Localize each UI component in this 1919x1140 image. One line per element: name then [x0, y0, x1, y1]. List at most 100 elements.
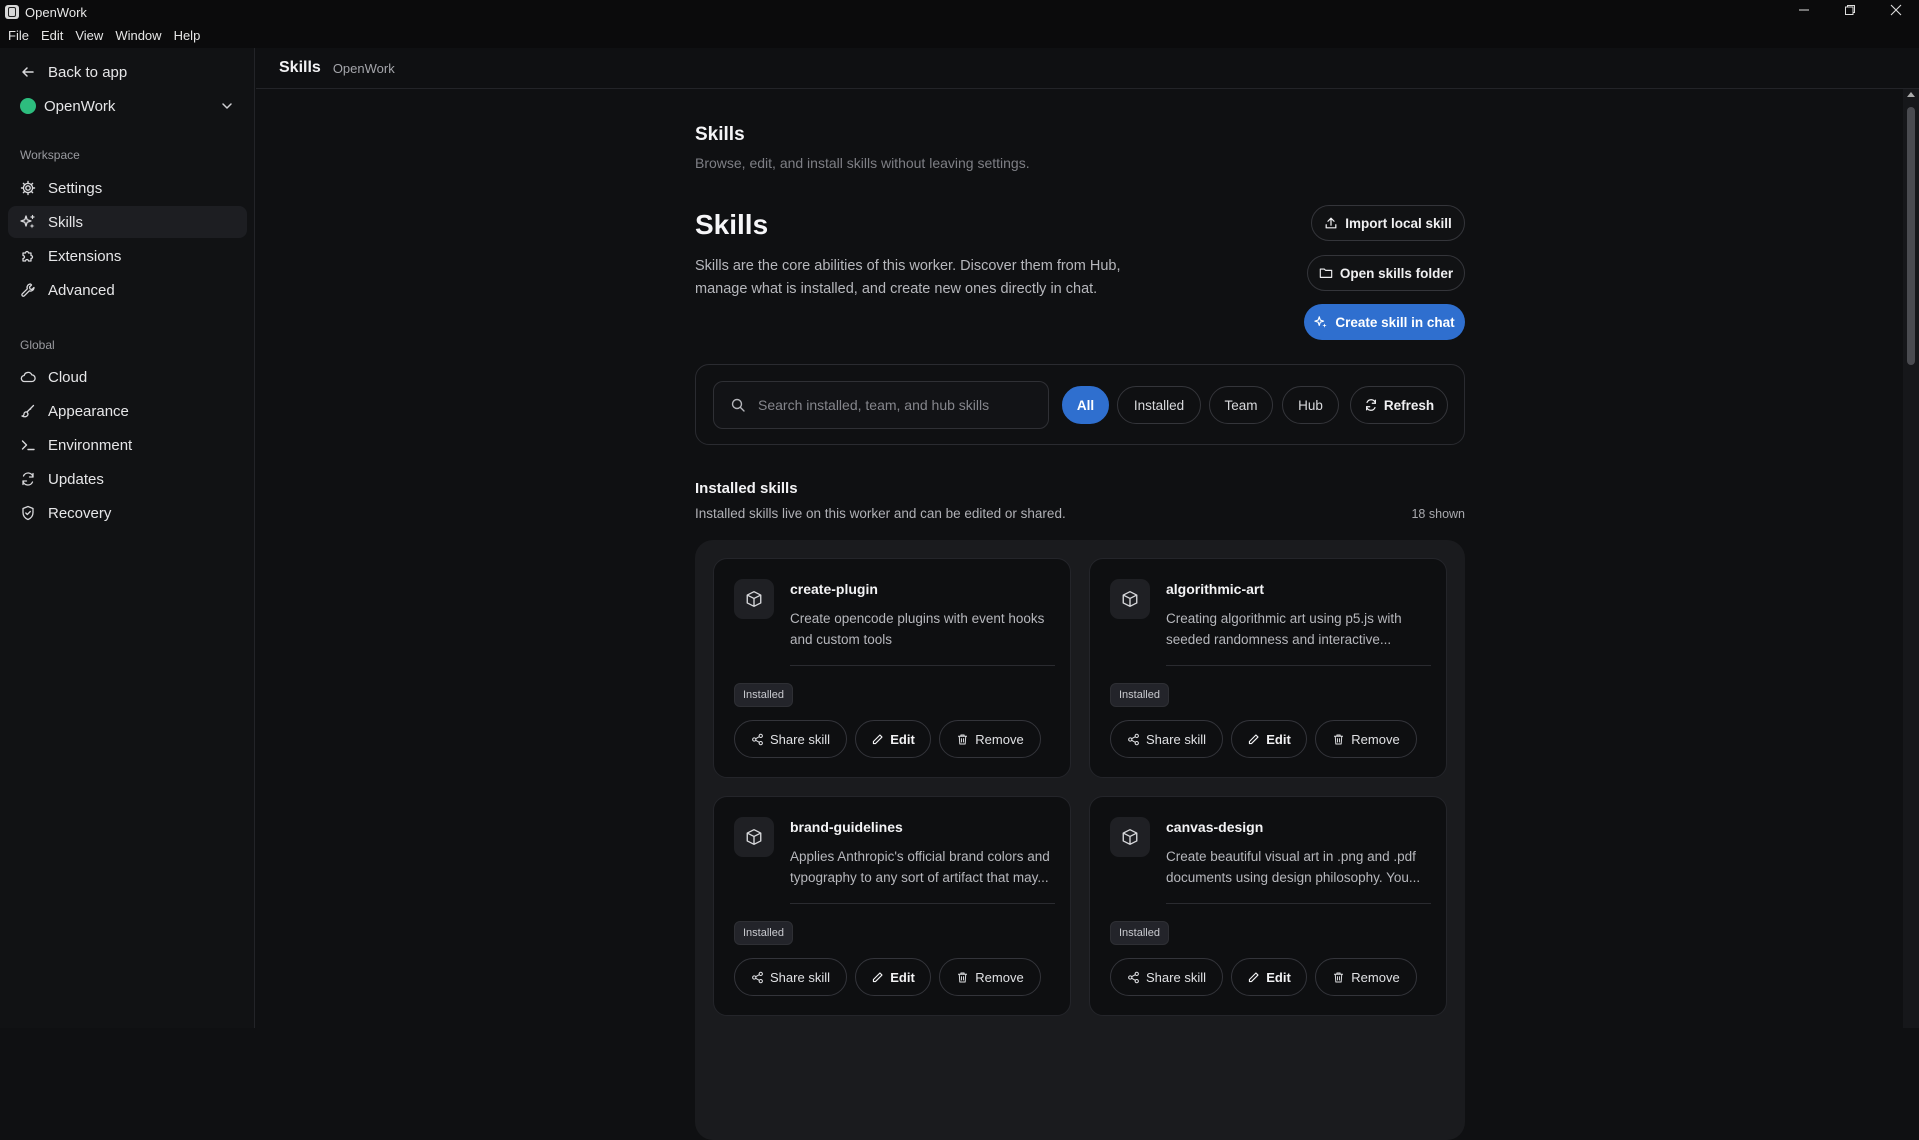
filter-chip-all[interactable]: All — [1062, 386, 1109, 424]
filter-chip-label: Hub — [1298, 397, 1323, 413]
minimize-button[interactable] — [1781, 0, 1827, 20]
chevron-down-icon — [222, 103, 232, 109]
skill-name: create-plugin — [790, 581, 878, 597]
create-skill-in-chat-label: Create skill in chat — [1335, 314, 1455, 330]
remove-skill-button[interactable]: Remove — [939, 958, 1041, 996]
sidebar-item-advanced[interactable]: Advanced — [8, 274, 247, 306]
menu-view[interactable]: View — [69, 24, 109, 48]
open-skills-folder-label: Open skills folder — [1339, 265, 1454, 281]
remove-skill-label: Remove — [1351, 969, 1400, 985]
import-local-skill-button[interactable]: Import local skill — [1311, 205, 1465, 241]
installed-skills-title: Installed skills — [695, 480, 798, 497]
share-skill-button[interactable]: Share skill — [734, 720, 847, 758]
card-divider — [1166, 665, 1431, 666]
restore-button[interactable] — [1827, 0, 1873, 20]
refresh-button[interactable]: Refresh — [1350, 386, 1448, 424]
remove-skill-button[interactable]: Remove — [1315, 720, 1417, 758]
create-skill-in-chat-button[interactable]: Create skill in chat — [1304, 304, 1465, 340]
close-icon — [1890, 4, 1902, 16]
edit-skill-label: Edit — [890, 969, 915, 985]
installed-skills-subtitle: Installed skills live on this worker and… — [695, 506, 1066, 521]
menu-window[interactable]: Window — [109, 24, 167, 48]
back-to-app-label: Back to app — [48, 63, 128, 81]
skills-heading: Skills — [695, 209, 769, 240]
filter-chip-label: Team — [1224, 397, 1258, 413]
sidebar-item-recovery[interactable]: Recovery — [8, 497, 247, 529]
skill-description: Creating algorithmic art using p5.js wit… — [1166, 611, 1402, 647]
share-icon — [1128, 733, 1139, 745]
menu-bar: File Edit View Window Help — [0, 24, 1919, 48]
pencil-icon — [1249, 733, 1259, 744]
sidebar-item-label: Advanced — [48, 281, 115, 299]
sidebar-item-label: Skills — [48, 213, 84, 231]
edit-skill-label: Edit — [1266, 731, 1291, 747]
open-skills-folder-button[interactable]: Open skills folder — [1307, 255, 1465, 291]
back-to-app-button[interactable]: Back to app — [8, 56, 247, 88]
scrollbar-thumb[interactable] — [1907, 107, 1915, 365]
page-header-bar: Skills OpenWork — [256, 48, 1919, 89]
package-icon — [734, 817, 774, 857]
pencil-icon — [873, 971, 883, 982]
remove-skill-button[interactable]: Remove — [1315, 958, 1417, 996]
share-icon — [752, 971, 763, 983]
content-scrollbar[interactable] — [1903, 89, 1919, 1028]
sidebar-item-label: Updates — [48, 470, 104, 488]
close-window-button[interactable] — [1873, 0, 1919, 20]
share-skill-button[interactable]: Share skill — [734, 958, 847, 996]
skill-name: algorithmic-art — [1166, 581, 1265, 597]
skill-name: brand-guidelines — [790, 819, 903, 835]
menu-edit[interactable]: Edit — [35, 24, 69, 48]
skill-description: Create opencode plugins with event hooks… — [790, 611, 1045, 647]
remove-skill-button[interactable]: Remove — [939, 720, 1041, 758]
edit-skill-button[interactable]: Edit — [1231, 958, 1307, 996]
header-subtitle: OpenWork — [332, 60, 395, 76]
sidebar: Back to app OpenWork Workspace Settings … — [0, 48, 255, 1028]
sidebar-item-label: Extensions — [48, 247, 122, 265]
share-skill-label: Share skill — [1146, 731, 1206, 747]
sidebar-item-cloud[interactable]: Cloud — [8, 361, 247, 393]
sidebar-item-skills[interactable]: Skills — [8, 206, 247, 238]
sidebar-item-settings[interactable]: Settings — [8, 172, 247, 204]
wrench-icon — [21, 283, 35, 297]
trash-icon — [958, 972, 968, 982]
skill-card-brand-guidelines: brand-guidelines Applies Anthropic's off… — [713, 796, 1071, 1016]
gear-icon — [20, 180, 36, 196]
remove-skill-label: Remove — [975, 969, 1024, 985]
edit-skill-button[interactable]: Edit — [855, 720, 931, 758]
import-local-skill-label: Import local skill — [1345, 215, 1452, 231]
title-bar: OpenWork — [0, 0, 1919, 24]
remove-skill-label: Remove — [1351, 731, 1400, 747]
installed-badge: Installed — [734, 921, 793, 945]
card-divider — [790, 903, 1055, 904]
sidebar-item-extensions[interactable]: Extensions — [8, 240, 247, 272]
paintbrush-icon — [21, 404, 35, 418]
sidebar-item-appearance[interactable]: Appearance — [8, 395, 247, 427]
skills-search-input[interactable] — [758, 397, 1038, 413]
installed-badge: Installed — [1110, 921, 1169, 945]
sparkles-icon — [20, 214, 35, 229]
filter-chip-hub[interactable]: Hub — [1282, 386, 1339, 424]
menu-file[interactable]: File — [2, 24, 35, 48]
edit-skill-button[interactable]: Edit — [1231, 720, 1307, 758]
upload-icon — [1325, 217, 1337, 229]
workspace-status-dot — [20, 98, 36, 114]
refresh-icon — [1365, 399, 1376, 411]
installed-skills-grid: create-plugin Create opencode plugins wi… — [695, 540, 1465, 1140]
sidebar-item-environment[interactable]: Environment — [8, 429, 247, 461]
filter-chip-team[interactable]: Team — [1209, 386, 1273, 424]
skills-search-field[interactable] — [713, 381, 1049, 429]
share-skill-button[interactable]: Share skill — [1110, 720, 1223, 758]
pencil-icon — [1249, 971, 1259, 982]
share-skill-button[interactable]: Share skill — [1110, 958, 1223, 996]
search-icon — [731, 398, 745, 412]
edit-skill-button[interactable]: Edit — [855, 958, 931, 996]
global-section-label: Global — [20, 338, 55, 352]
filter-chip-installed[interactable]: Installed — [1117, 386, 1201, 424]
window-title: OpenWork — [25, 4, 87, 20]
workspace-selector[interactable]: OpenWork — [8, 90, 247, 122]
menu-help[interactable]: Help — [168, 24, 207, 48]
scroll-up-arrow-icon[interactable] — [1907, 92, 1915, 97]
workspace-section-label: Workspace — [20, 148, 80, 162]
sidebar-item-updates[interactable]: Updates — [8, 463, 247, 495]
share-icon — [1128, 971, 1139, 983]
